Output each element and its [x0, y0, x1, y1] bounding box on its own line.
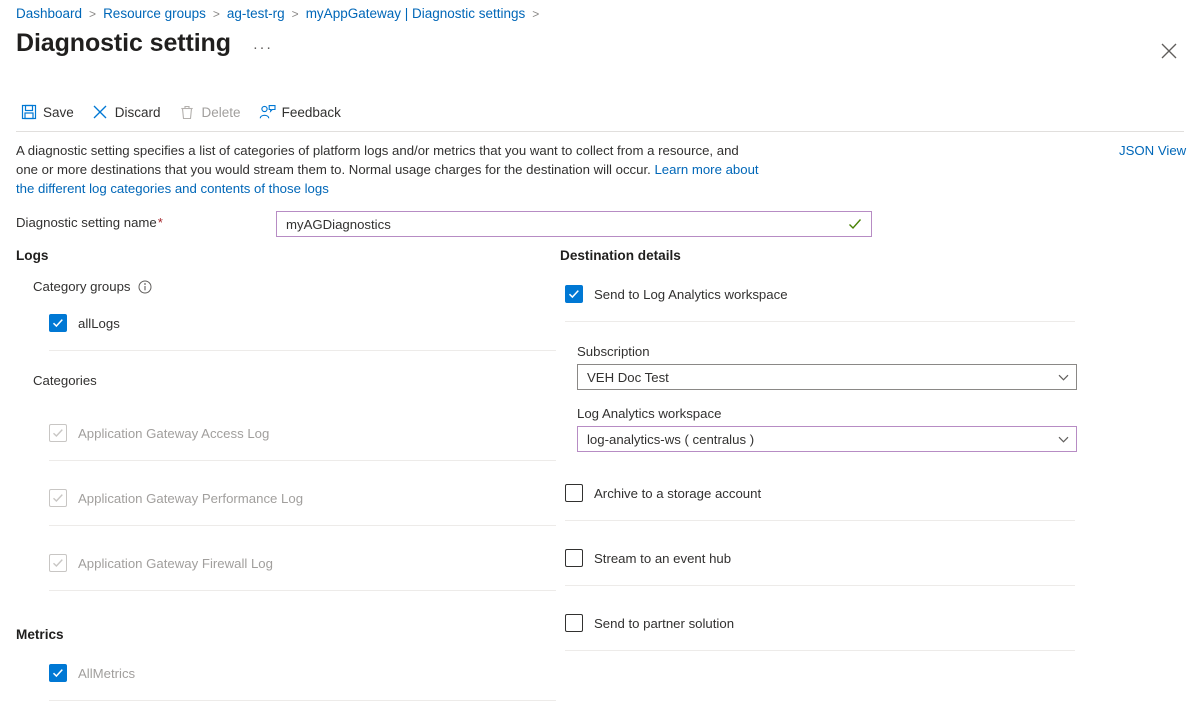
save-icon [20, 104, 37, 121]
workspace-value: log-analytics-ws ( centralus ) [578, 432, 1050, 447]
checkbox-row-log-analytics[interactable]: Send to Log Analytics workspace [565, 279, 1080, 309]
category-groups-text: Category groups [33, 279, 131, 294]
checkbox-row-event-hub[interactable]: Stream to an event hub [565, 543, 1080, 573]
firewall-log-checkbox [49, 554, 67, 572]
category-groups-label: Category groups [33, 279, 544, 294]
logs-section-title: Logs [16, 248, 544, 263]
archive-storage-checkbox[interactable] [565, 484, 583, 502]
event-hub-label: Stream to an event hub [594, 551, 731, 566]
workspace-dropdown[interactable]: log-analytics-ws ( centralus ) [577, 426, 1077, 452]
destination-section-title: Destination details [560, 248, 1080, 263]
feedback-person-icon [259, 104, 276, 121]
description-body: A diagnostic setting specifies a list of… [16, 143, 739, 177]
command-bar: Save Discard Delete Fee [20, 100, 359, 124]
info-circle-icon[interactable] [138, 280, 152, 294]
diagnostic-setting-name-label: Diagnostic setting name* [16, 215, 163, 230]
diagnostic-setting-name-row: Diagnostic setting name* [16, 211, 1176, 237]
breadcrumb-separator: > [89, 7, 96, 21]
delete-button: Delete [179, 104, 241, 121]
required-marker: * [158, 215, 163, 230]
save-button-label: Save [43, 105, 74, 120]
checkbox-row-allmetrics[interactable]: AllMetrics [49, 658, 544, 688]
feedback-button-label: Feedback [282, 105, 341, 120]
performance-log-label: Application Gateway Performance Log [78, 491, 303, 506]
breadcrumb: Dashboard > Resource groups > ag-test-rg… [16, 6, 546, 21]
allmetrics-checkbox[interactable] [49, 664, 67, 682]
breadcrumb-item-ag-test-rg[interactable]: ag-test-rg [227, 6, 285, 21]
close-icon[interactable] [1158, 40, 1180, 62]
log-analytics-label: Send to Log Analytics workspace [594, 287, 788, 302]
chevron-down-icon [1050, 433, 1076, 446]
json-view-link[interactable]: JSON View [1119, 143, 1186, 158]
logs-column: Logs Category groups allLogs Categories [16, 248, 544, 701]
subscription-dropdown[interactable]: VEH Doc Test [577, 364, 1077, 390]
more-options-button[interactable]: ··· [253, 39, 273, 56]
diagnostic-setting-name-input[interactable] [277, 213, 845, 235]
allmetrics-label: AllMetrics [78, 666, 135, 681]
breadcrumb-item-resource-groups[interactable]: Resource groups [103, 6, 206, 21]
subscription-value: VEH Doc Test [578, 370, 1050, 385]
diagnostic-setting-name-field[interactable] [276, 211, 872, 237]
destination-divider [565, 650, 1075, 651]
subscription-label: Subscription [577, 344, 1077, 359]
chevron-down-icon [1050, 371, 1076, 384]
partner-solution-checkbox[interactable] [565, 614, 583, 632]
breadcrumb-separator: > [213, 7, 220, 21]
discard-button[interactable]: Discard [92, 104, 161, 121]
partner-solution-label: Send to partner solution [594, 616, 734, 631]
discard-button-label: Discard [115, 105, 161, 120]
workspace-field: Log Analytics workspace log-analytics-ws… [577, 406, 1077, 452]
trash-icon [179, 104, 196, 121]
access-log-label: Application Gateway Access Log [78, 426, 269, 441]
checkbox-row-archive-storage[interactable]: Archive to a storage account [565, 478, 1080, 508]
checkbox-row-performance-log: Application Gateway Performance Log [49, 483, 544, 513]
checkbox-row-firewall-log: Application Gateway Firewall Log [49, 548, 544, 578]
workspace-label: Log Analytics workspace [577, 406, 1077, 421]
checkbox-row-access-log: Application Gateway Access Log [49, 418, 544, 448]
alllogs-checkbox[interactable] [49, 314, 67, 332]
description-text: A diagnostic setting specifies a list of… [16, 141, 764, 198]
delete-button-label: Delete [202, 105, 241, 120]
checkbox-row-partner-solution[interactable]: Send to partner solution [565, 608, 1080, 638]
feedback-button[interactable]: Feedback [259, 104, 341, 121]
page-title: Diagnostic setting [16, 30, 231, 58]
log-analytics-checkbox[interactable] [565, 285, 583, 303]
event-hub-checkbox[interactable] [565, 549, 583, 567]
subscription-field: Subscription VEH Doc Test [577, 344, 1077, 390]
alllogs-label: allLogs [78, 316, 120, 331]
breadcrumb-separator: > [532, 7, 539, 21]
green-check-icon [845, 217, 865, 231]
access-log-checkbox [49, 424, 67, 442]
save-button[interactable]: Save [20, 104, 74, 121]
destination-column: Destination details Send to Log Analytic… [560, 248, 1080, 651]
breadcrumb-separator: > [292, 7, 299, 21]
performance-log-checkbox [49, 489, 67, 507]
page-header: Diagnostic setting ··· [16, 30, 273, 58]
checkbox-row-alllogs[interactable]: allLogs [49, 308, 544, 338]
name-label-text: Diagnostic setting name [16, 215, 157, 230]
archive-storage-label: Archive to a storage account [594, 486, 761, 501]
toolbar-divider [16, 131, 1184, 132]
categories-label: Categories [33, 373, 544, 388]
breadcrumb-item-dashboard[interactable]: Dashboard [16, 6, 82, 21]
firewall-log-label: Application Gateway Firewall Log [78, 556, 273, 571]
breadcrumb-item-myappgateway[interactable]: myAppGateway | Diagnostic settings [306, 6, 526, 21]
discard-x-icon [92, 104, 109, 121]
